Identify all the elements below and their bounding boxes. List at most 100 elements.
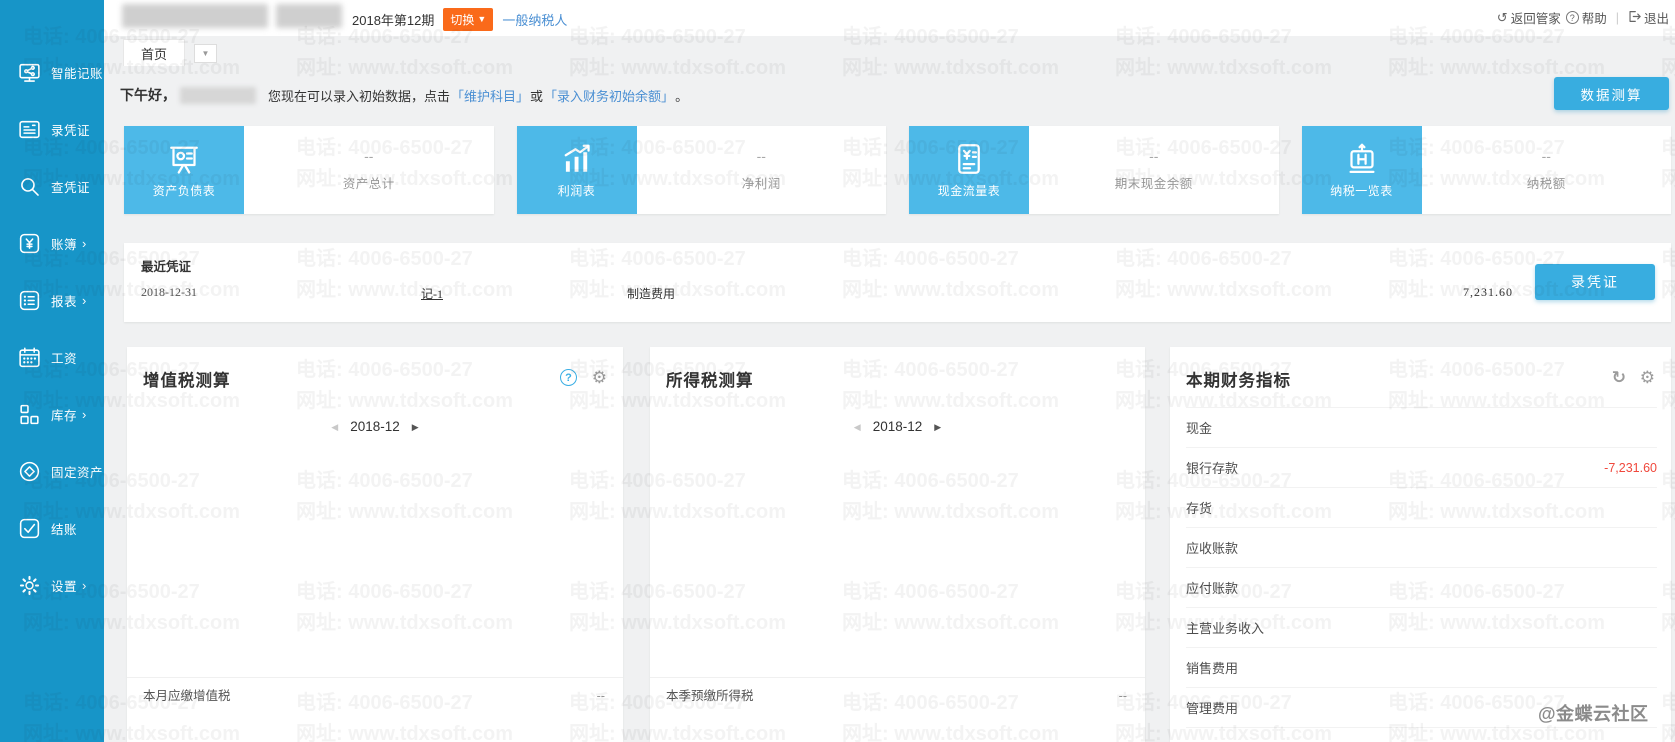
- chevron-right-icon: ›: [82, 578, 86, 593]
- sidebar-item-payroll[interactable]: 工资: [0, 329, 104, 386]
- reports-icon: [17, 288, 42, 313]
- sidebar-nav: 智能记账录凭证查凭证账簿 › 报表 › 工资库存› 固定资产结账设置›: [0, 0, 104, 742]
- taxpayer-type-link[interactable]: 一般纳税人: [502, 10, 567, 29]
- sidebar-item-label: 固定资产: [51, 462, 103, 481]
- card-body: --资产总计: [244, 126, 494, 214]
- return-arrow-icon: ↺: [1497, 10, 1508, 26]
- next-month-icon[interactable]: ▶: [412, 422, 419, 432]
- session-links: ↺ 返回管家 ? 帮助 | 退出: [1497, 8, 1669, 27]
- payroll-icon: [17, 345, 42, 370]
- income-tax-panel: 所得税测算 ◀2018-12▶ 本季预缴所得税 --: [650, 347, 1145, 742]
- summary-card-income-statement[interactable]: 利润表--净利润: [517, 126, 887, 214]
- summary-card-balance-sheet[interactable]: 资产负债表--资产总计: [124, 126, 494, 214]
- indicator-row: 应付账款: [1186, 568, 1657, 608]
- sidebar-item-inventory[interactable]: 库存›: [0, 386, 104, 443]
- indicator-label: 现金: [1186, 418, 1212, 437]
- logout-link[interactable]: 退出: [1628, 8, 1669, 27]
- help-link[interactable]: ? 帮助: [1566, 8, 1607, 27]
- divider: |: [1616, 11, 1619, 25]
- chevron-right-icon: ›: [82, 407, 86, 422]
- greeting-text: 下午好，: [120, 85, 176, 105]
- chevron-down-icon: ▼: [202, 49, 210, 58]
- chevron-right-icon: ›: [82, 236, 86, 251]
- tab-home[interactable]: 首页: [123, 39, 185, 66]
- card-title: 纳税一览表: [1330, 182, 1393, 199]
- indicator-label: 销售费用: [1186, 658, 1238, 677]
- maintain-subjects-link[interactable]: 「维护科目」: [451, 86, 529, 105]
- cash-flow-icon: [951, 141, 987, 177]
- gear-icon[interactable]: ⚙: [1640, 369, 1655, 386]
- company-name-blurred: [122, 4, 268, 28]
- sidebar-item-voucher-entry[interactable]: 录凭证: [0, 101, 104, 158]
- card-tile: 利润表: [517, 126, 637, 214]
- indicator-row: 销售费用: [1186, 648, 1657, 688]
- vat-estimate-panel: 增值税测算 ? ⚙ ◀2018-12▶ 本月应缴增值税 --: [127, 347, 623, 742]
- sidebar-item-smart-accounting[interactable]: 智能记账: [0, 44, 104, 101]
- back-to-manager-link[interactable]: ↺ 返回管家: [1497, 8, 1561, 27]
- indicator-label: 管理费用: [1186, 698, 1238, 717]
- vat-panel-title: 增值税测算: [143, 367, 231, 391]
- data-calc-button[interactable]: 数据测算: [1554, 77, 1669, 110]
- card-tile: 资产负债表: [124, 126, 244, 214]
- voucher-summary: 制造费用: [627, 285, 675, 302]
- sidebar-item-voucher-search[interactable]: 查凭证: [0, 158, 104, 215]
- watermark-url: 网址: www.tdxsoft.com: [842, 57, 1059, 79]
- community-badge: @金蝶云社区: [1538, 700, 1649, 726]
- switch-period-button[interactable]: 切换▼: [443, 8, 493, 31]
- indicator-label: 银行存款: [1186, 458, 1238, 477]
- card-value: --: [1542, 148, 1551, 164]
- sidebar-item-ledger[interactable]: 账簿 ›: [0, 215, 104, 272]
- inventory-icon: [17, 402, 42, 427]
- summary-cards: 资产负债表--资产总计利润表--净利润现金流量表--期末现金余额纳税一览表--纳…: [124, 126, 1671, 214]
- indicator-row: 现金: [1186, 408, 1657, 448]
- income-tax-item-label: 本季预缴所得税: [666, 678, 754, 714]
- card-body: --净利润: [637, 126, 887, 214]
- next-month-icon[interactable]: ▶: [934, 422, 941, 432]
- voucher-number-link[interactable]: 记-1: [421, 285, 443, 302]
- card-metric-label: 净利润: [742, 173, 781, 192]
- watermark-url: 网址: www.tdxsoft.com: [1388, 57, 1605, 79]
- company-suffix-blurred: [276, 4, 342, 28]
- balance-sheet-icon: [166, 141, 202, 177]
- voucher-entry-button[interactable]: 录凭证: [1535, 264, 1655, 300]
- sidebar-item-closing[interactable]: 结账: [0, 500, 104, 557]
- card-tile: 纳税一览表: [1302, 126, 1422, 214]
- indicator-row: 银行存款 -7,231.60: [1186, 448, 1657, 488]
- sidebar-item-reports[interactable]: 报表 ›: [0, 272, 104, 329]
- tab-list-dropdown[interactable]: ▼: [194, 44, 217, 63]
- prev-month-icon[interactable]: ◀: [331, 422, 338, 432]
- summary-card-cash-flow[interactable]: 现金流量表 --期末现金余额: [909, 126, 1279, 214]
- indicator-row: 存货: [1186, 488, 1657, 528]
- income-tax-panel-title: 所得税测算: [666, 367, 754, 391]
- card-title: 现金流量表: [938, 182, 1001, 199]
- income-tax-period: 2018-12: [873, 419, 923, 434]
- indicator-value: -7,231.60: [1604, 461, 1657, 475]
- chevron-right-icon: ›: [82, 293, 86, 308]
- initial-balance-link[interactable]: 「录入财务初始余额」: [544, 86, 674, 105]
- watermark-url: 网址: www.tdxsoft.com: [1115, 57, 1332, 79]
- refresh-icon[interactable]: ↻: [1612, 369, 1626, 386]
- tax-overview-icon: [1344, 141, 1380, 177]
- card-metric-label: 期末现金余额: [1115, 173, 1193, 192]
- card-tile: 现金流量表: [909, 126, 1029, 214]
- gear-icon[interactable]: ⚙: [592, 369, 607, 386]
- sidebar-item-label: 账簿: [51, 234, 77, 253]
- sidebar-item-fixed-assets[interactable]: 固定资产: [0, 443, 104, 500]
- vat-period: 2018-12: [350, 419, 400, 434]
- indicator-row: 主营业务收入: [1186, 608, 1657, 648]
- financial-indicators-panel: 本期财务指标 ↻ ⚙ 现金银行存款-7,231.60存货应收账款应付账款主营业务…: [1170, 347, 1671, 742]
- help-icon[interactable]: ?: [560, 369, 577, 386]
- sidebar-item-settings[interactable]: 设置›: [0, 557, 104, 614]
- page: 智能记账录凭证查凭证账簿›报表›工资库存›固定资产结账设置› 2018年第12期…: [0, 0, 1675, 742]
- card-body: --期末现金余额: [1029, 126, 1279, 214]
- prev-month-icon[interactable]: ◀: [854, 422, 861, 432]
- watermark-url: 网址: www.tdxsoft.com: [569, 57, 786, 79]
- sidebar-item-label: 查凭证: [51, 177, 90, 196]
- sidebar-item-label: 工资: [51, 348, 77, 367]
- summary-card-tax-overview[interactable]: 纳税一览表 -- 纳税额: [1302, 126, 1672, 214]
- vat-item-label: 本月应缴增值税: [143, 678, 231, 714]
- sidebar-item-label: 报表: [51, 291, 77, 310]
- user-name-blurred: [180, 87, 256, 104]
- card-metric-label: 纳税额: [1527, 173, 1566, 192]
- sidebar-item-label: 智能记账: [51, 63, 103, 82]
